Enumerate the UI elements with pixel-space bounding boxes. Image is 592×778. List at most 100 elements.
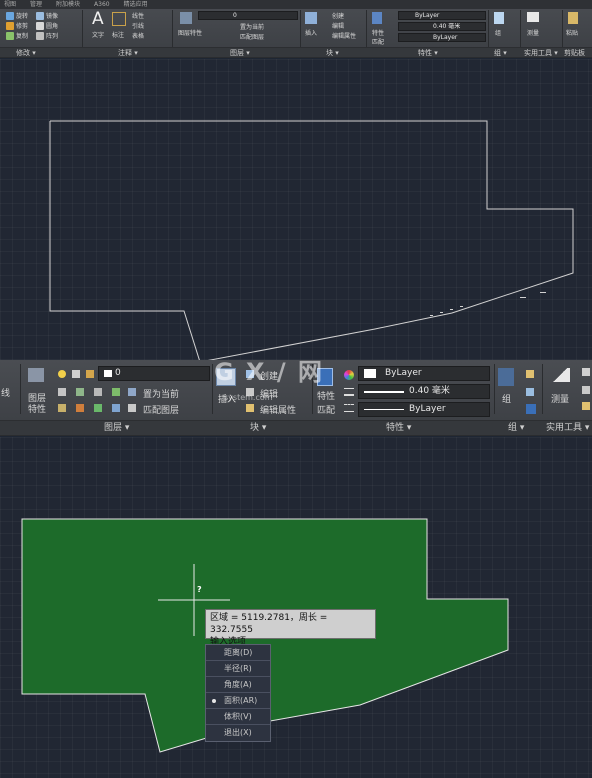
text-label[interactable]: 文字: [92, 30, 104, 39]
menu-option-distance[interactable]: 距离(D): [206, 645, 270, 661]
mid-panel-title-layers[interactable]: 图层 ▾: [104, 421, 129, 436]
tab-manage[interactable]: 管理: [30, 0, 42, 9]
layer-tool-7-icon[interactable]: [94, 404, 102, 412]
panel-title-modify[interactable]: 修改 ▾: [16, 48, 36, 58]
group-tool-3-icon[interactable]: [526, 404, 536, 414]
copy-icon[interactable]: [6, 32, 14, 40]
linear-label[interactable]: 线性: [132, 11, 144, 20]
lineweight-icon[interactable]: [344, 388, 354, 396]
group-tool-2-icon[interactable]: [526, 388, 534, 396]
match-layer-label-large[interactable]: 匹配图层: [143, 403, 179, 416]
panel-title-clipboard[interactable]: 剪贴板: [564, 48, 585, 58]
layer-props-label[interactable]: 图层特性: [178, 28, 202, 37]
utility-tool-2-icon[interactable]: [582, 386, 590, 394]
mid-panel-title-utilities[interactable]: 实用工具 ▾: [546, 421, 589, 436]
edit-attr-label-large[interactable]: 编辑属性: [260, 403, 296, 416]
set-current-label-large[interactable]: 置为当前: [143, 387, 179, 400]
rotate-icon[interactable]: [6, 12, 14, 20]
layer-props-icon-large[interactable]: [28, 368, 44, 382]
copy-label[interactable]: 复制: [16, 31, 28, 40]
menu-option-radius[interactable]: 半径(R): [206, 661, 270, 677]
trim-label[interactable]: 修剪: [16, 21, 28, 30]
properties-label-large[interactable]: 特性: [317, 392, 337, 403]
paste-icon[interactable]: [568, 12, 578, 24]
linetype-icon[interactable]: [344, 404, 354, 412]
panel-title-layers[interactable]: 图层 ▾: [230, 48, 250, 58]
rotate-label[interactable]: 旋转: [16, 11, 28, 20]
line-label[interactable]: 线: [1, 386, 10, 399]
mid-panel-title-properties[interactable]: 特性 ▾: [386, 421, 411, 436]
edit-block-label[interactable]: 编辑: [332, 21, 344, 30]
layer-tool-8-icon[interactable]: [112, 404, 120, 412]
menu-option-volume[interactable]: 体积(V): [206, 709, 270, 725]
properties-label[interactable]: 特性: [372, 28, 384, 37]
group-icon-large[interactable]: [498, 368, 514, 386]
utility-tool-3-icon[interactable]: [582, 402, 590, 410]
tab-a360[interactable]: A360: [94, 0, 110, 9]
panel-title-properties[interactable]: 特性 ▾: [418, 48, 438, 58]
group-label[interactable]: 组: [495, 28, 501, 37]
lock-icon[interactable]: [86, 370, 94, 378]
paste-label[interactable]: 粘贴: [566, 28, 578, 37]
dimension-label[interactable]: 标注: [112, 30, 124, 39]
fillet-label[interactable]: 圆角: [46, 21, 58, 30]
mirror-icon[interactable]: [36, 12, 44, 20]
edit-attr-icon[interactable]: [246, 404, 254, 412]
layer-dropdown[interactable]: 0: [198, 11, 298, 20]
match-layer-icon[interactable]: [128, 404, 136, 412]
insert-label[interactable]: 插入: [305, 28, 317, 37]
edit-attr-label[interactable]: 编辑属性: [332, 31, 356, 40]
panel-title-group[interactable]: 组 ▾: [494, 48, 507, 58]
shape-outline[interactable]: [49, 120, 574, 360]
array-icon[interactable]: [36, 32, 44, 40]
group-label-large[interactable]: 组: [502, 392, 511, 405]
bulb-icon[interactable]: [58, 370, 66, 378]
layer-props-label-large[interactable]: 图层 特性: [28, 394, 46, 416]
mid-panel-title-block[interactable]: 块 ▾: [250, 421, 266, 436]
layer-tool-1-icon[interactable]: [58, 388, 66, 396]
color-wheel-icon[interactable]: [344, 370, 354, 380]
menu-option-angle[interactable]: 角度(A): [206, 677, 270, 693]
set-current-label[interactable]: 置为当前: [240, 22, 264, 31]
measure-label[interactable]: 测量: [527, 28, 539, 37]
group-tool-1-icon[interactable]: [526, 370, 534, 378]
table-label[interactable]: 表格: [132, 31, 144, 40]
layer-dropdown-large[interactable]: 0: [98, 366, 210, 381]
text-icon[interactable]: A: [92, 9, 104, 29]
panel-title-block[interactable]: 块 ▾: [326, 48, 339, 58]
trim-icon[interactable]: [6, 22, 14, 30]
match-props-label-large[interactable]: 匹配: [317, 403, 335, 416]
mirror-label[interactable]: 镜像: [46, 11, 58, 20]
create-block-label[interactable]: 创建: [332, 11, 344, 20]
drawing-canvas-bottom[interactable]: [0, 437, 592, 778]
fillet-icon[interactable]: [36, 22, 44, 30]
leader-label[interactable]: 引线: [132, 21, 144, 30]
layer-props-icon[interactable]: [180, 12, 192, 24]
measure-icon-large[interactable]: [550, 368, 570, 382]
measure-label-large[interactable]: 测量: [551, 392, 569, 405]
layer-tool-4-icon[interactable]: [112, 388, 120, 396]
panel-title-annotation[interactable]: 注释 ▾: [118, 48, 138, 58]
utility-tool-1-icon[interactable]: [582, 368, 590, 376]
mid-panel-title-group[interactable]: 组 ▾: [508, 421, 524, 436]
layer-tool-3-icon[interactable]: [94, 388, 102, 396]
drawing-canvas-top[interactable]: [0, 59, 592, 360]
layer-tool-6-icon[interactable]: [76, 404, 84, 412]
layer-tool-5-icon[interactable]: [58, 404, 66, 412]
tab-addins[interactable]: 附加模块: [56, 0, 80, 9]
properties-icon[interactable]: [372, 12, 382, 24]
match-props-label[interactable]: 匹配: [372, 37, 384, 46]
set-current-icon[interactable]: [128, 388, 136, 396]
color-dropdown[interactable]: ByLayer: [398, 11, 486, 20]
tab-featured-apps[interactable]: 精选应用: [124, 0, 148, 9]
insert-block-icon[interactable]: [305, 12, 317, 24]
menu-option-area[interactable]: 面积(AR): [206, 693, 270, 709]
match-layer-label[interactable]: 匹配图层: [240, 32, 264, 41]
linetype-dropdown[interactable]: ByLayer: [398, 33, 486, 42]
color-dropdown-large[interactable]: ByLayer: [358, 366, 490, 381]
dimension-icon[interactable]: [112, 12, 126, 26]
menu-option-exit[interactable]: 退出(X): [206, 725, 270, 741]
lineweight-dropdown[interactable]: 0.40 毫米: [398, 22, 486, 31]
array-label[interactable]: 阵列: [46, 31, 58, 40]
sun-icon[interactable]: [72, 370, 80, 378]
